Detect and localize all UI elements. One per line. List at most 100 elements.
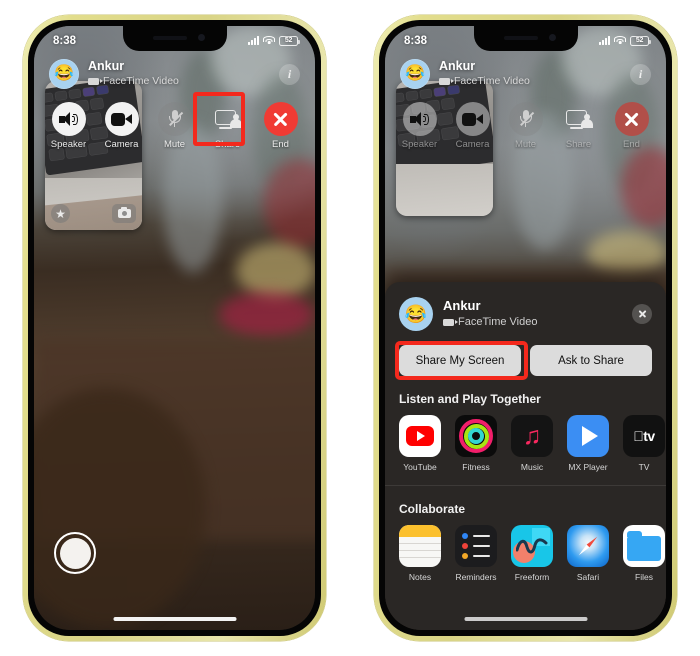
control-camera-label: Camera: [455, 139, 490, 150]
sheet-call-type-label: FaceTime Video: [458, 316, 538, 329]
phone-right: 8:38 52 😂 Ankur FaceTime Video i Speaker…: [374, 15, 677, 641]
avatar: 😂: [49, 59, 79, 89]
caller-name: Ankur: [439, 59, 476, 74]
app-row-collaborate: Notes Reminders Freeform Safari Files: [385, 516, 666, 582]
app-label: Freeform: [514, 572, 550, 582]
control-end-label: End: [623, 139, 640, 150]
share-my-screen-button[interactable]: Share My Screen: [399, 345, 521, 376]
control-camera-label: Camera: [104, 139, 139, 150]
cellular-signal-icon: [248, 36, 259, 45]
battery-icon: 52: [279, 35, 300, 46]
video-camera-icon: [443, 318, 458, 326]
share-primary-buttons: Share My Screen Ask to Share: [385, 331, 666, 380]
app-label: MX Player: [568, 462, 608, 472]
freeform-icon: [511, 525, 553, 567]
end-call-icon: [614, 102, 649, 136]
control-mute-label: Mute: [163, 139, 186, 150]
status-bar-left: 8:38 52: [34, 26, 315, 52]
app-files[interactable]: Files: [623, 525, 665, 582]
section-title-collaborate: Collaborate: [399, 502, 466, 516]
info-button[interactable]: i: [630, 63, 651, 85]
control-share-label: Share: [565, 139, 592, 150]
call-type-label: FaceTime Video: [103, 74, 179, 87]
camera-icon: [455, 102, 490, 136]
app-label: Reminders: [455, 572, 497, 582]
info-button[interactable]: i: [279, 63, 300, 85]
safari-icon: [567, 525, 609, 567]
control-speaker-label: Speaker: [50, 139, 87, 150]
call-type-label-wrap: FaceTime Video: [88, 75, 179, 89]
control-camera[interactable]: Camera: [447, 102, 499, 150]
status-time: 8:38: [53, 34, 77, 47]
reminders-icon: [455, 525, 497, 567]
control-share[interactable]: Share: [553, 102, 605, 150]
notes-icon: [399, 525, 441, 567]
app-label: Files: [635, 572, 653, 582]
app-notes[interactable]: Notes: [399, 525, 441, 582]
phone-left-screen: 8:38 52 😂 Ankur FaceTime Video i Speaker…: [34, 26, 315, 630]
control-speaker[interactable]: Speaker: [43, 102, 95, 150]
control-mute[interactable]: Mute: [500, 102, 552, 150]
camera-icon: [104, 102, 139, 136]
battery-level-label: 52: [635, 37, 644, 44]
app-label: Music: [520, 462, 544, 472]
phone-left: 8:38 52 😂 Ankur FaceTime Video i Speaker…: [23, 15, 326, 641]
app-tv[interactable]: tv TV: [623, 415, 665, 472]
shutter-button[interactable]: [54, 532, 96, 574]
app-reminders[interactable]: Reminders: [455, 525, 497, 582]
call-controls-left: Speaker Camera Mute Share End: [34, 92, 315, 150]
battery-level-label: 52: [284, 37, 293, 44]
app-row-listen-and-play: YouTube Fitness ♫ Music MX Player tv TV: [385, 406, 666, 472]
app-label: Notes: [408, 572, 432, 582]
pip-desk: [396, 164, 493, 216]
app-youtube[interactable]: YouTube: [399, 415, 441, 472]
mic-off-icon: [508, 102, 543, 136]
phone-left-bezel: 8:38 52 😂 Ankur FaceTime Video i Speaker…: [28, 20, 321, 636]
app-label: TV: [638, 462, 650, 472]
section-title-listen-and-play: Listen and Play Together: [399, 392, 541, 406]
star-icon[interactable]: ★: [51, 204, 70, 223]
wifi-icon: [614, 36, 626, 45]
close-icon[interactable]: [632, 304, 652, 324]
avatar: 😂: [400, 59, 430, 89]
speaker-icon: [51, 102, 86, 136]
ask-to-share-button[interactable]: Ask to Share: [530, 345, 652, 376]
status-bar-right: 8:38 52: [385, 26, 666, 52]
control-share[interactable]: Share: [192, 92, 254, 150]
home-indicator[interactable]: [113, 616, 236, 621]
flip-camera-icon[interactable]: [112, 204, 136, 223]
control-end[interactable]: End: [255, 102, 307, 150]
call-type-label: FaceTime Video: [454, 74, 530, 87]
video-camera-icon: [439, 78, 454, 86]
music-icon: ♫: [511, 415, 553, 457]
app-safari[interactable]: Safari: [567, 525, 609, 582]
app-mx-player[interactable]: MX Player: [567, 415, 609, 472]
app-fitness[interactable]: Fitness: [455, 415, 497, 472]
app-label: YouTube: [403, 462, 437, 472]
facetime-call-header-right: 😂 Ankur FaceTime Video i: [385, 59, 666, 89]
shareplay-sheet-header: 😂 Ankur FaceTime Video: [385, 282, 666, 331]
app-freeform[interactable]: Freeform: [511, 525, 553, 582]
video-camera-icon: [88, 78, 103, 86]
caller-name: Ankur: [88, 59, 125, 74]
control-end[interactable]: End: [606, 102, 658, 150]
mx-player-icon: [567, 415, 609, 457]
fitness-icon: [455, 415, 497, 457]
home-indicator[interactable]: [464, 616, 587, 621]
phone-right-bezel: 8:38 52 😂 Ankur FaceTime Video i Speaker…: [379, 20, 672, 636]
screenshot-stage: 8:38 52 😂 Ankur FaceTime Video i Speaker…: [0, 0, 700, 656]
app-music[interactable]: ♫ Music: [511, 415, 553, 472]
app-label: Fitness: [462, 462, 490, 472]
screen-share-icon: [562, 102, 596, 136]
control-camera[interactable]: Camera: [96, 102, 148, 150]
freeform-scribble: [516, 538, 548, 554]
status-time: 8:38: [404, 34, 428, 47]
facetime-call-header-left: 😂 Ankur FaceTime Video i: [34, 59, 315, 89]
cellular-signal-icon: [599, 36, 610, 45]
speaker-icon: [402, 102, 437, 136]
wifi-icon: [263, 36, 275, 45]
share-highlight-box: [192, 92, 245, 146]
control-speaker[interactable]: Speaker: [394, 102, 446, 150]
control-mute-label: Mute: [514, 139, 537, 150]
youtube-icon: [399, 415, 441, 457]
